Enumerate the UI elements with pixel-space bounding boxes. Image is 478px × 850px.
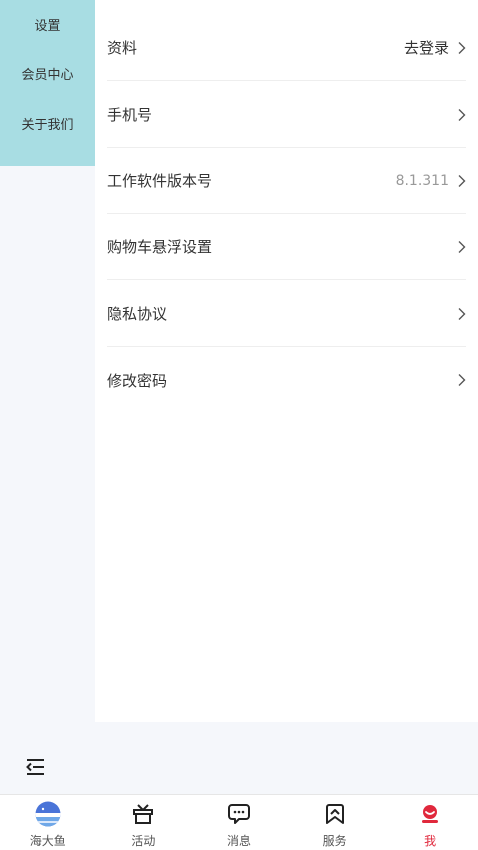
tab-label: 服务 — [322, 834, 347, 848]
chat-bubble-icon — [225, 801, 253, 827]
row-label: 修改密码 — [107, 371, 168, 390]
row-label: 购物车悬浮设置 — [107, 238, 213, 256]
chevron-right-icon — [458, 41, 466, 54]
chevron-right-icon — [458, 174, 466, 187]
tab-activity[interactable]: 活动 — [96, 795, 192, 850]
settings-row-profile[interactable]: 资料 去登录 — [107, 15, 466, 81]
tab-label: 消息 — [226, 834, 251, 848]
tab-label: 海大鱼 — [29, 834, 66, 848]
row-label: 隐私协议 — [107, 305, 168, 323]
settings-row-change-password[interactable]: 修改密码 — [107, 347, 466, 413]
tab-services[interactable]: 服务 — [287, 795, 383, 850]
tab-me[interactable]: 我 — [382, 795, 478, 850]
fish-logo-icon — [34, 801, 62, 827]
chevron-right-icon — [458, 108, 466, 121]
login-link[interactable]: 去登录 — [404, 37, 449, 58]
settings-row-privacy[interactable]: 隐私协议 — [107, 281, 466, 347]
sidebar-item-settings[interactable]: 设置 — [34, 18, 60, 67]
settings-panel: 资料 去登录 手机号 工作软件版本号 8.1.311 购物车悬浮设置 隐私协议 … — [95, 0, 478, 722]
user-profile-icon — [416, 801, 444, 827]
row-label: 手机号 — [107, 106, 153, 124]
bottom-tab-bar: 海大鱼 活动 消息 服务 我 — [0, 794, 478, 850]
row-label: 资料 — [107, 39, 138, 57]
tab-label: 我 — [424, 834, 437, 848]
sidebar: 设置 会员中心 关于我们 — [0, 0, 95, 722]
tab-messages[interactable]: 消息 — [191, 795, 287, 850]
settings-row-cart-float[interactable]: 购物车悬浮设置 — [107, 214, 466, 280]
sidebar-menu: 设置 会员中心 关于我们 — [0, 0, 95, 166]
bookmark-service-icon — [321, 801, 349, 827]
collapse-menu-icon[interactable] — [25, 757, 47, 777]
gift-box-icon — [129, 801, 157, 827]
tab-home[interactable]: 海大鱼 — [0, 795, 96, 850]
version-value: 8.1.311 — [395, 172, 449, 189]
settings-row-phone[interactable]: 手机号 — [107, 82, 466, 148]
chevron-right-icon — [458, 374, 466, 386]
settings-row-version[interactable]: 工作软件版本号 8.1.311 — [107, 148, 466, 214]
row-label: 工作软件版本号 — [107, 172, 213, 190]
tab-label: 活动 — [131, 834, 156, 848]
sidebar-item-about-us[interactable]: 关于我们 — [21, 117, 73, 166]
chevron-right-icon — [458, 240, 466, 253]
chevron-right-icon — [458, 307, 466, 320]
sidebar-item-member-center[interactable]: 会员中心 — [21, 67, 73, 116]
